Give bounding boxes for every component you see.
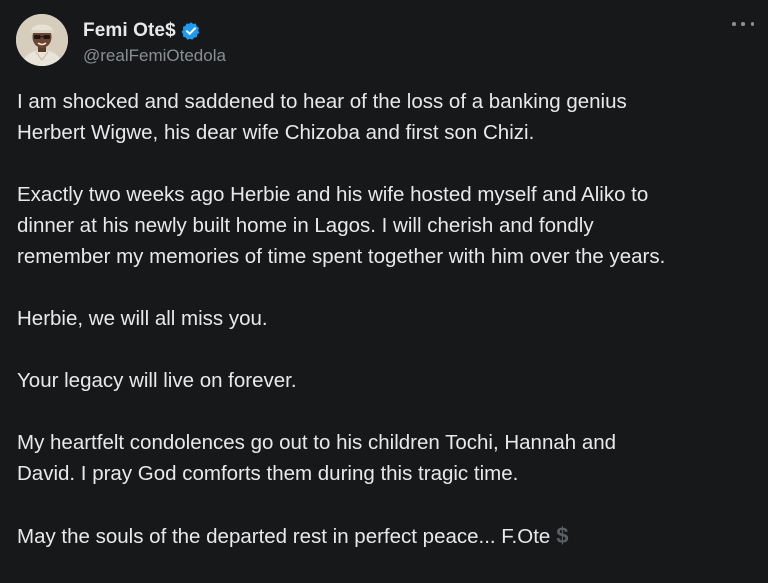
avatar-image [16, 14, 68, 66]
tweet-paragraph: May the souls of the departed rest in pe… [17, 520, 757, 552]
tweet-text: I am shocked and saddened to hear of the… [17, 86, 757, 583]
tweet-line: Exactly two weeks ago Herbie and his wif… [17, 183, 649, 206]
author-display-name[interactable]: Femi Ote$ [83, 20, 176, 42]
tweet-paragraph: My heartfelt condolences go out to his c… [17, 427, 757, 489]
verified-badge-icon [181, 21, 201, 41]
avatar[interactable] [16, 14, 68, 66]
more-dot [732, 22, 736, 26]
tweet-header: Femi Ote$ @realFemiOtedola [16, 14, 226, 70]
more-options-icon[interactable] [732, 18, 754, 30]
author-handle[interactable]: @realFemiOtedola [83, 46, 226, 66]
author-info: Femi Ote$ @realFemiOtedola [83, 20, 226, 66]
tweet-paragraph: I am shocked and saddened to hear of the… [17, 86, 757, 148]
tweet-line-text: May the souls of the departed rest in pe… [17, 525, 551, 548]
tweet-line: I am shocked and saddened to hear of the… [17, 90, 627, 113]
tweet-paragraph: Herbie, we will all miss you. [17, 303, 757, 334]
tweet-line: dinner at his newly built home in Lagos.… [17, 214, 594, 237]
tweet-paragraph: Your legacy will live on forever. [17, 365, 757, 396]
tweet-line: David. I pray God comforts them during t… [17, 462, 519, 485]
tweet-line: remember my memories of time spent toget… [17, 245, 666, 268]
tweet-line: Herbie, we will all miss you. [17, 307, 268, 330]
tweet-line: My heartfelt condolences go out to his c… [17, 431, 617, 454]
name-row: Femi Ote$ [83, 20, 226, 42]
tweet-card: Femi Ote$ @realFemiOtedola I am shocked … [0, 0, 768, 562]
tweet-line: May the souls of the departed rest in pe… [17, 520, 757, 552]
tweet-line: Herbert Wigwe, his dear wife Chizoba and… [17, 121, 535, 144]
more-dot [741, 22, 745, 26]
tweet-line: Your legacy will live on forever. [17, 369, 297, 392]
tweet-paragraph: Exactly two weeks ago Herbie and his wif… [17, 179, 757, 272]
more-dot [750, 22, 754, 26]
dollar-sign: $ [556, 523, 569, 548]
